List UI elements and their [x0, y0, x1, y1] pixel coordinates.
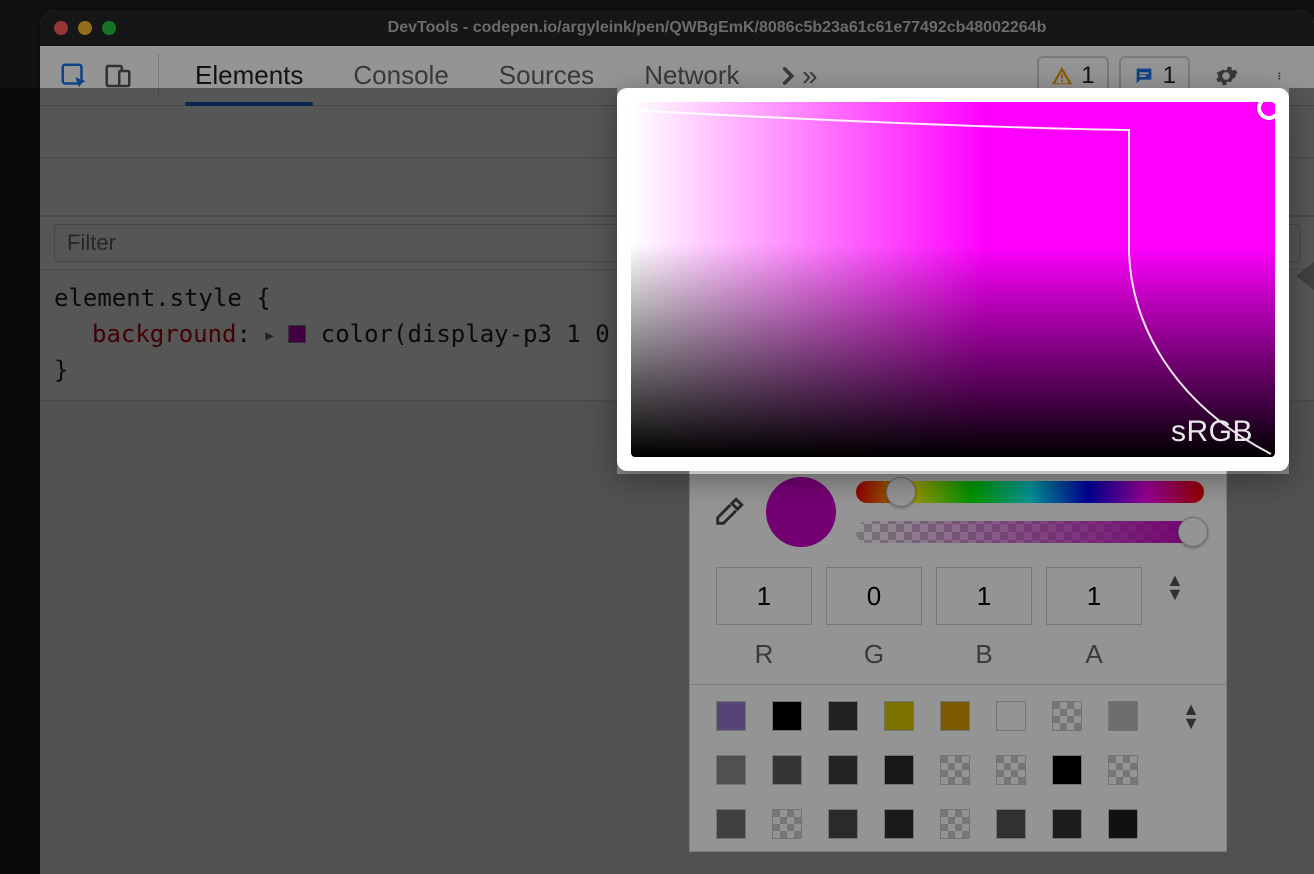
spectrum-cursor[interactable]	[1257, 102, 1275, 120]
color-spectrum-popover: sRGB	[617, 88, 1289, 471]
gamut-boundary-line	[631, 102, 1275, 457]
modal-dim-overlay-right	[1289, 88, 1314, 474]
gamut-label: sRGB	[1171, 415, 1253, 449]
color-spectrum[interactable]: sRGB	[631, 102, 1275, 457]
modal-dim-overlay-lower	[0, 474, 1314, 874]
modal-dim-overlay-left	[0, 88, 617, 474]
